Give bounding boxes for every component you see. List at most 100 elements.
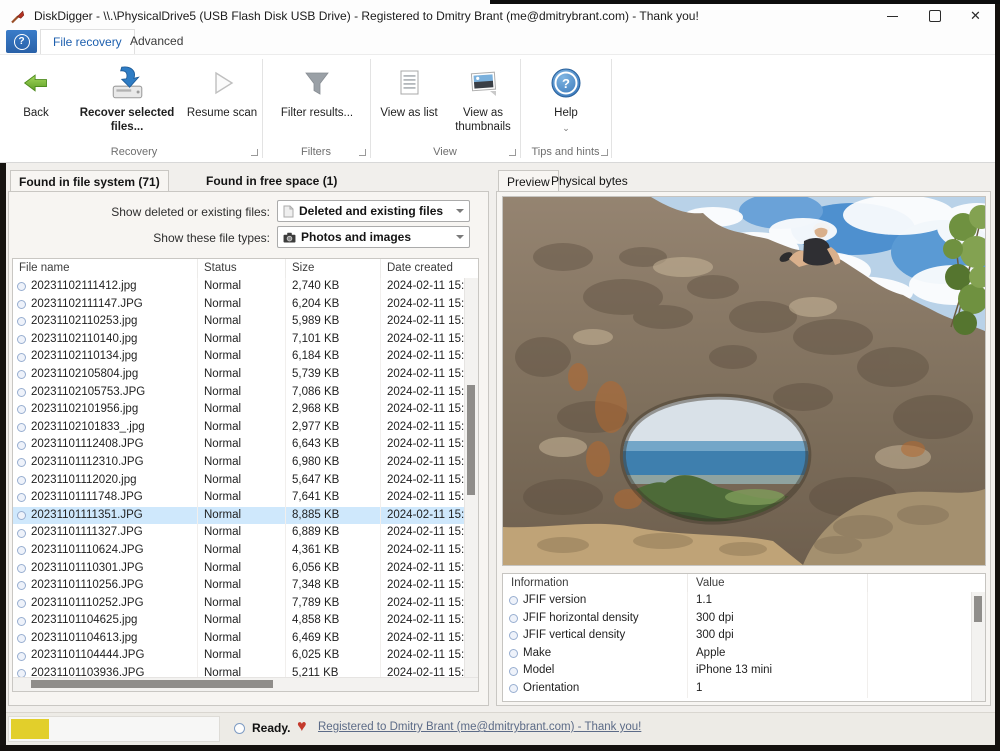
progress-bar <box>8 716 220 742</box>
file-name: 20231102105753.JPG <box>13 384 198 402</box>
table-row[interactable]: 20231102105804.jpgNormal5,739 KB2024-02-… <box>13 366 464 384</box>
info-row[interactable]: JFIF version1.1 <box>503 592 971 610</box>
help-button[interactable]: ? Help ⌄ <box>532 60 600 120</box>
file-table: File name Status Size Date created 20231… <box>12 258 479 692</box>
table-row[interactable]: 20231102105753.JPGNormal7,086 KB2024-02-… <box>13 384 464 402</box>
scrollbar-thumb[interactable] <box>974 596 982 622</box>
column-information[interactable]: Information <box>503 574 688 592</box>
file-date: 2024-02-11 15: <box>381 454 464 472</box>
column-file-name[interactable]: File name <box>13 259 198 278</box>
table-row[interactable]: 20231101110256.JPGNormal7,348 KB2024-02-… <box>13 577 464 595</box>
table-row[interactable]: 20231101111748.JPGNormal7,641 KB2024-02-… <box>13 489 464 507</box>
file-status: Normal <box>198 612 286 630</box>
table-row[interactable]: 20231101112020.jpgNormal5,647 KB2024-02-… <box>13 472 464 490</box>
file-name: 20231101104625.jpg <box>13 612 198 630</box>
file-name: 20231102110140.jpg <box>13 331 198 349</box>
registered-link[interactable]: Registered to Dmitry Brant (me@dmitrybra… <box>318 721 641 733</box>
table-row[interactable]: 20231101104625.jpgNormal4,858 KB2024-02-… <box>13 612 464 630</box>
svg-text:?: ? <box>562 76 570 91</box>
table-row[interactable]: 20231101110301.JPGNormal6,056 KB2024-02-… <box>13 560 464 578</box>
file-date: 2024-02-11 15: <box>381 366 464 384</box>
tab-found-in-free-space[interactable]: Found in free space (1) <box>198 170 345 192</box>
table-row[interactable]: 20231101110624.JPGNormal4,361 KB2024-02-… <box>13 542 464 560</box>
table-row[interactable]: 20231101103936.JPGNormal5,211 KB2024-02-… <box>13 665 464 677</box>
file-types-dropdown[interactable]: Photos and images <box>277 226 470 248</box>
file-status: Normal <box>198 647 286 665</box>
table-row[interactable]: 20231102110140.jpgNormal7,101 KB2024-02-… <box>13 331 464 349</box>
info-row[interactable]: ModeliPhone 13 mini <box>503 662 971 680</box>
file-date: 2024-02-11 15: <box>381 612 464 630</box>
file-date: 2024-02-11 15: <box>381 331 464 349</box>
info-rows: JFIF version1.1JFIF horizontal density30… <box>503 592 971 701</box>
view-thumbnails-icon <box>466 67 500 99</box>
resume-scan-button[interactable]: Resume scan <box>186 60 258 120</box>
table-row[interactable]: 20231102111147.JPGNormal6,204 KB2024-02-… <box>13 296 464 314</box>
table-row[interactable]: 20231101104613.jpgNormal6,469 KB2024-02-… <box>13 630 464 648</box>
file-date: 2024-02-11 15: <box>381 524 464 542</box>
file-status: Normal <box>198 348 286 366</box>
back-button[interactable]: Back <box>10 60 62 120</box>
view-as-list-button[interactable]: View as list <box>376 60 442 120</box>
table-row[interactable]: 20231102101833_.jpgNormal2,977 KB2024-02… <box>13 419 464 437</box>
horizontal-scrollbar[interactable] <box>13 677 478 691</box>
dialog-launcher-icon[interactable] <box>601 149 608 156</box>
dialog-launcher-icon[interactable] <box>359 149 366 156</box>
file-status: Normal <box>198 384 286 402</box>
table-row[interactable]: 20231101104444.JPGNormal6,025 KB2024-02-… <box>13 647 464 665</box>
group-label-recovery: Recovery <box>6 146 262 158</box>
resume-label: Resume scan <box>186 106 258 120</box>
maximize-button[interactable] <box>914 3 956 29</box>
file-size: 4,361 KB <box>286 542 381 560</box>
scrollbar-thumb[interactable] <box>467 385 475 495</box>
recover-selected-files-button[interactable]: Recover selected files... <box>68 60 186 135</box>
preview-panel: Information Value JFIF version1.1JFIF ho… <box>496 191 991 706</box>
scrollbar-thumb[interactable] <box>31 680 273 688</box>
filter-results-button[interactable]: Filter results... <box>272 60 362 120</box>
minimize-button[interactable] <box>871 3 913 29</box>
file-status: Normal <box>198 419 286 437</box>
tab-found-in-file-system[interactable]: Found in file system (71) <box>10 170 169 192</box>
table-row[interactable]: 20231102110134.jpgNormal6,184 KB2024-02-… <box>13 348 464 366</box>
table-row[interactable]: 20231101111327.JPGNormal6,889 KB2024-02-… <box>13 524 464 542</box>
info-circle-icon <box>509 684 518 693</box>
file-size: 6,184 KB <box>286 348 381 366</box>
table-row[interactable]: 20231101112408.JPGNormal6,643 KB2024-02-… <box>13 436 464 454</box>
table-row[interactable]: 20231101112310.JPGNormal6,980 KB2024-02-… <box>13 454 464 472</box>
file-name: 20231102101833_.jpg <box>13 419 198 437</box>
heart-icon: ♥ <box>297 718 307 736</box>
vertical-scrollbar[interactable] <box>464 278 478 677</box>
close-icon: ✕ <box>970 8 981 24</box>
tab-physical-bytes[interactable]: Physical bytes <box>543 170 636 192</box>
column-size[interactable]: Size <box>286 259 381 278</box>
info-row[interactable]: JFIF vertical density300 dpi <box>503 627 971 645</box>
info-row[interactable]: MakeApple <box>503 645 971 663</box>
tab-advanced[interactable]: Advanced <box>118 29 195 54</box>
column-status[interactable]: Status <box>198 259 286 278</box>
table-row[interactable]: 20231101110252.JPGNormal7,789 KB2024-02-… <box>13 595 464 613</box>
dialog-launcher-icon[interactable] <box>509 149 516 156</box>
file-size: 4,858 KB <box>286 612 381 630</box>
ribbon-help-button[interactable]: ? <box>6 30 37 53</box>
view-as-thumbnails-button[interactable]: View as thumbnails <box>448 60 518 135</box>
group-label-view: View <box>370 146 520 158</box>
file-name: 20231102110253.jpg <box>13 313 198 331</box>
table-row[interactable]: 20231102101956.jpgNormal2,968 KB2024-02-… <box>13 401 464 419</box>
file-size: 5,989 KB <box>286 313 381 331</box>
table-row[interactable]: 20231101111351.JPGNormal8,885 KB2024-02-… <box>13 507 464 525</box>
column-value[interactable]: Value <box>688 574 868 592</box>
column-date-created[interactable]: Date created <box>381 259 478 278</box>
file-date: 2024-02-11 15: <box>381 489 464 507</box>
info-row[interactable]: JFIF horizontal density300 dpi <box>503 610 971 628</box>
camera-icon <box>283 232 296 243</box>
vertical-scrollbar[interactable] <box>971 592 985 701</box>
deleted-files-value: Deleted and existing files <box>299 204 443 218</box>
file-circle-icon <box>17 405 26 414</box>
info-row[interactable]: Orientation1 <box>503 680 971 698</box>
group-separator <box>370 59 371 158</box>
close-button[interactable]: ✕ <box>956 3 995 29</box>
dialog-launcher-icon[interactable] <box>251 149 258 156</box>
table-row[interactable]: 20231102110253.jpgNormal5,989 KB2024-02-… <box>13 313 464 331</box>
file-date: 2024-02-11 15: <box>381 472 464 490</box>
table-row[interactable]: 20231102111412.jpgNormal2,740 KB2024-02-… <box>13 278 464 296</box>
deleted-files-dropdown[interactable]: Deleted and existing files <box>277 200 470 222</box>
